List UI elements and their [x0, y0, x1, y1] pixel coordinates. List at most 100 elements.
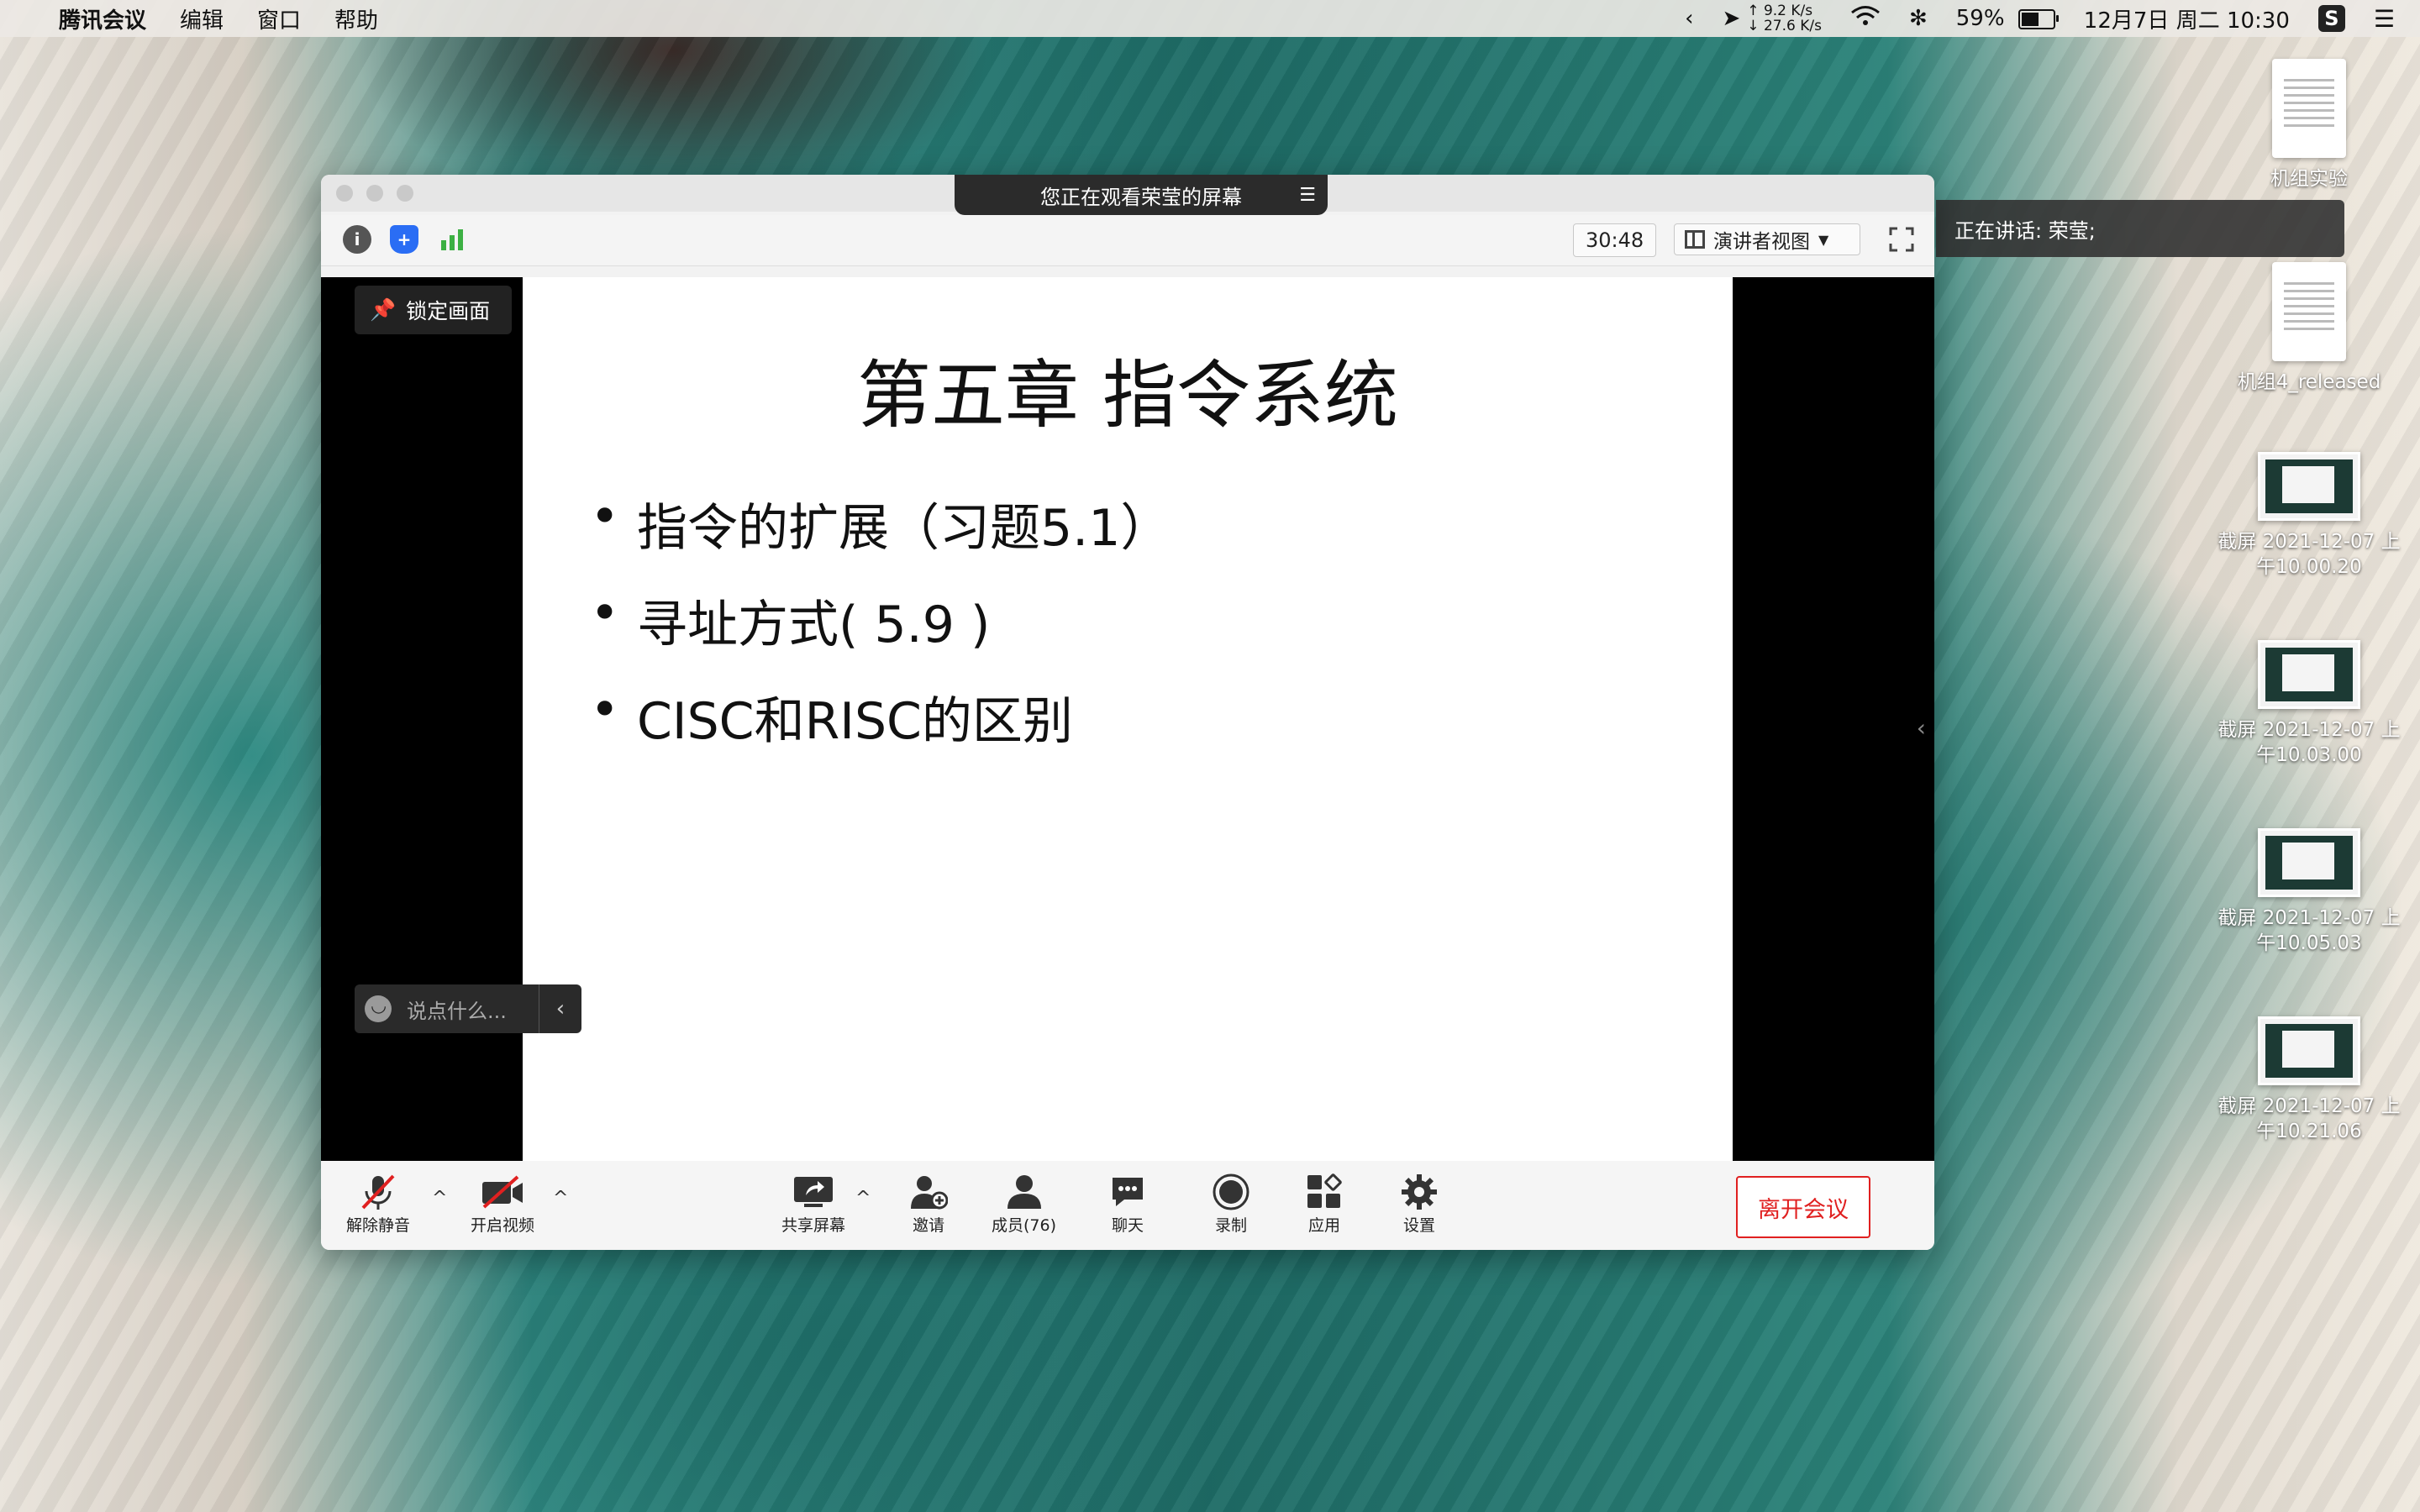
net-download-unit: K/s: [1800, 18, 1822, 34]
menu-bar: 腾讯会议 编辑 窗口 帮助 ‹ ➤ ↑ 9.2 K/s ↓ 27.6 K/s ✻…: [0, 0, 2420, 37]
settings-button[interactable]: 设置: [1400, 1171, 1439, 1236]
chevron-left-icon[interactable]: ‹: [1685, 6, 1693, 31]
meeting-window: 您正在观看荣莹的屏幕 ☰ i + 30:48 演讲者视图 ▼ 第五章 指令系统 …: [321, 175, 1934, 1250]
slide-bullet: 指令的扩展（习题5.1）: [590, 487, 1171, 560]
screenshot-thumbnail-icon: [2258, 640, 2360, 709]
view-mode-label: 演讲者视图: [1713, 231, 1810, 253]
battery-icon: [2018, 8, 2059, 29]
close-window-button[interactable]: [336, 185, 353, 202]
meeting-controls-bar: 解除静音 ^ 开启视频 ^ 共享屏幕 ^ 邀请 成员(76) 聊天 录制 应用 …: [321, 1161, 1934, 1250]
window-controls: [336, 185, 413, 202]
members-button[interactable]: 成员(76): [992, 1171, 1056, 1236]
document-icon: [2272, 59, 2346, 158]
apps-button[interactable]: 应用: [1306, 1171, 1343, 1236]
view-mode-select[interactable]: 演讲者视图 ▼: [1674, 223, 1860, 255]
invite-user-icon: [909, 1171, 948, 1213]
share-options-caret[interactable]: ^: [855, 1188, 871, 1209]
battery-status[interactable]: 59%: [1955, 6, 2059, 31]
screenshot-thumbnail-icon: [2258, 828, 2360, 897]
desktop-file-label: 截屏 2021-12-07 上午10.05.03: [2217, 907, 2401, 954]
window-title: 您正在观看荣莹的屏幕: [1040, 185, 1242, 209]
slide-bullet: 寻址方式( 5.9 ): [590, 584, 1171, 657]
desktop-file-label: 机组4_released: [2237, 371, 2381, 393]
apps-label: 应用: [1307, 1216, 1340, 1235]
menu-window[interactable]: 窗口: [257, 3, 301, 34]
security-shield-icon[interactable]: +: [390, 225, 418, 254]
fullscreen-icon[interactable]: [1889, 227, 1914, 252]
menu-app-name[interactable]: 腾讯会议: [59, 3, 146, 34]
chevron-down-icon: ▼: [1818, 231, 1829, 248]
slide-title: 第五章 指令系统: [857, 352, 1398, 438]
battery-percent: 59%: [1955, 6, 2005, 31]
clock[interactable]: 12月7日 周二 10:30: [2084, 3, 2290, 34]
emoji-icon[interactable]: [365, 995, 392, 1022]
collapse-chat-icon[interactable]: ‹: [539, 984, 581, 1033]
layout-icon: [1685, 230, 1705, 249]
screenshot-thumbnail-icon: [2258, 452, 2360, 521]
muted-mic-icon: [360, 1171, 397, 1213]
desktop-file-icon[interactable]: 截屏 2021-12-07 上午10.21.06: [2208, 1016, 2410, 1144]
share-status-pill: 您正在观看荣莹的屏幕 ☰: [955, 175, 1328, 215]
desktop-file-icon[interactable]: 机组实验: [2208, 59, 2410, 192]
apps-grid-icon: [1306, 1171, 1343, 1213]
desktop-file-icon[interactable]: 截屏 2021-12-07 上午10.05.03: [2208, 828, 2410, 956]
unmute-button[interactable]: 解除静音: [346, 1171, 410, 1236]
video-options-caret[interactable]: ^: [553, 1188, 568, 1209]
chat-label: 聊天: [1111, 1216, 1144, 1235]
info-icon[interactable]: i: [343, 225, 371, 254]
leave-meeting-button[interactable]: 离开会议: [1736, 1176, 1870, 1238]
net-speed: ➤ ↑ 9.2 K/s ↓ 27.6 K/s: [1722, 3, 1822, 34]
speaking-indicator: 正在讲话: 荣莹;: [1936, 200, 2344, 257]
chat-bubble-icon: [1109, 1171, 1146, 1213]
side-panel-toggle-icon[interactable]: ‹: [1917, 714, 1926, 742]
members-label: 成员(76): [992, 1216, 1057, 1235]
menu-edit[interactable]: 编辑: [180, 3, 224, 34]
send-icon: ➤: [1722, 6, 1741, 31]
share-screen-button[interactable]: 共享屏幕: [781, 1171, 845, 1236]
members-icon: [1005, 1171, 1044, 1213]
wifi-icon[interactable]: [1850, 5, 1881, 33]
invite-button[interactable]: 邀请: [909, 1171, 948, 1236]
slide-bullet: CISC和RISC的区别: [590, 680, 1171, 753]
shared-screen-area: 第五章 指令系统 指令的扩展（习题5.1） 寻址方式( 5.9 ) CISC和R…: [321, 277, 1934, 1161]
desktop-file-label: 机组实验: [2270, 168, 2348, 190]
chat-button[interactable]: 聊天: [1109, 1171, 1146, 1236]
record-button[interactable]: 录制: [1212, 1171, 1250, 1236]
slide-bullets: 指令的扩展（习题5.1） 寻址方式( 5.9 ) CISC和RISC的区别: [590, 487, 1171, 777]
gear-icon: [1400, 1171, 1439, 1213]
net-upload-unit: K/s: [1791, 3, 1813, 19]
invite-label: 邀请: [912, 1216, 944, 1235]
presentation-slide: 第五章 指令系统 指令的扩展（习题5.1） 寻址方式( 5.9 ) CISC和R…: [523, 277, 1733, 1161]
quick-chat-box[interactable]: 说点什么... ‹: [355, 984, 581, 1033]
share-screen-icon: [792, 1171, 834, 1213]
input-method-icon[interactable]: S: [2317, 5, 2345, 32]
zoom-window-button[interactable]: [397, 185, 413, 202]
desktop-file-icon[interactable]: 截屏 2021-12-07 上午10.03.00: [2208, 640, 2410, 768]
desktop-file-icon[interactable]: 截屏 2021-12-07 上午10.00.20: [2208, 452, 2410, 580]
desktop-file-icon[interactable]: 机组4_released: [2208, 262, 2410, 395]
start-video-label: 开启视频: [471, 1216, 535, 1235]
bluetooth-icon[interactable]: ✻: [1909, 6, 1928, 31]
start-video-button[interactable]: 开启视频: [471, 1171, 534, 1236]
desktop-file-label: 截屏 2021-12-07 上午10.03.00: [2217, 719, 2401, 766]
audio-options-caret[interactable]: ^: [432, 1188, 447, 1209]
lock-view-button[interactable]: 📌 锁定画面: [355, 286, 513, 334]
net-upload: 9.2: [1763, 3, 1786, 19]
meeting-timer: 30:48: [1573, 223, 1657, 257]
document-icon: [2272, 262, 2346, 361]
meeting-toolbar: i + 30:48 演讲者视图 ▼: [321, 215, 1934, 266]
view-options-icon[interactable]: ☰: [1299, 185, 1316, 206]
lock-view-label: 锁定画面: [406, 299, 491, 323]
record-label: 录制: [1214, 1216, 1247, 1235]
share-screen-label: 共享屏幕: [781, 1216, 846, 1235]
desktop-file-label: 截屏 2021-12-07 上午10.21.06: [2217, 1095, 2401, 1142]
unmute-label: 解除静音: [346, 1216, 411, 1235]
screenshot-thumbnail-icon: [2258, 1016, 2360, 1085]
desktop-file-label: 截屏 2021-12-07 上午10.00.20: [2217, 531, 2401, 578]
notification-center-icon[interactable]: ☰: [2374, 5, 2395, 33]
network-signal-icon[interactable]: [439, 225, 467, 254]
menu-help[interactable]: 帮助: [334, 3, 378, 34]
minimize-window-button[interactable]: [366, 185, 383, 202]
video-off-icon: [481, 1171, 524, 1213]
record-icon: [1212, 1171, 1250, 1213]
